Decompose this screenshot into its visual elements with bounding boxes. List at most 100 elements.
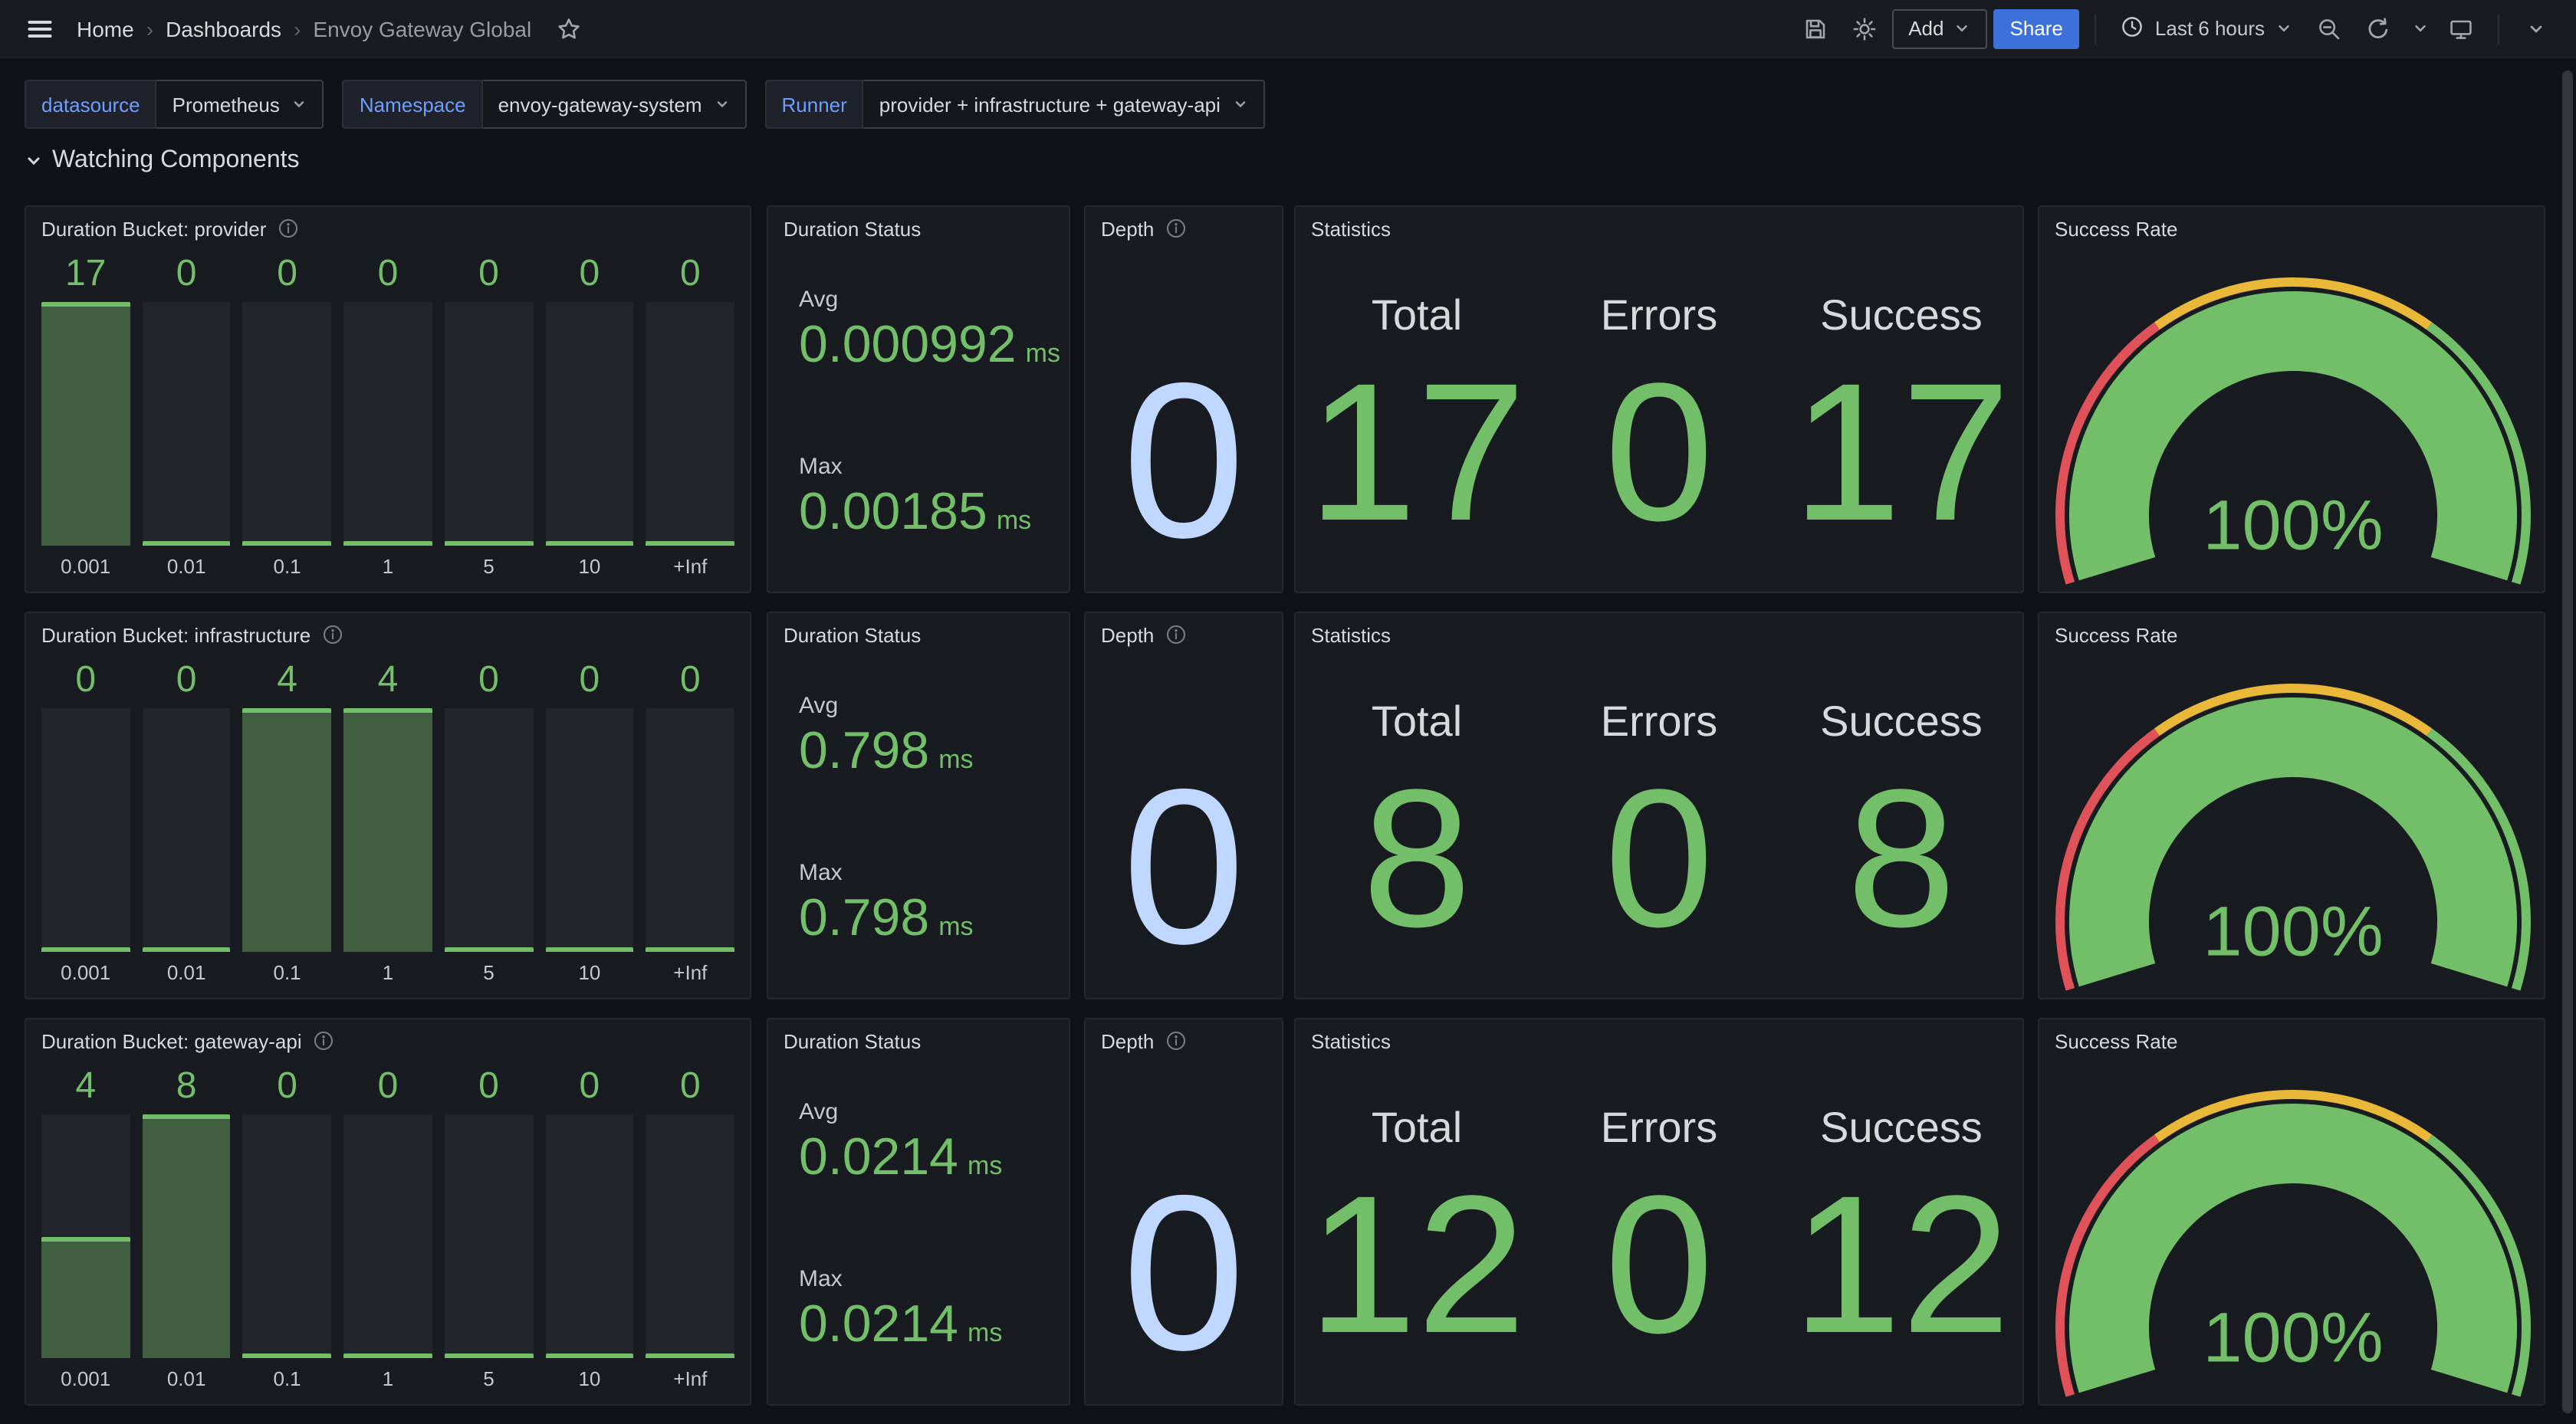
bar-fill [545,541,633,546]
stat-total: Total 12 [1296,1062,1538,1404]
info-icon[interactable] [1165,218,1186,239]
success-rate-panel: Success Rate 100% [2038,205,2545,593]
kiosk-monitor-icon[interactable] [2440,7,2482,50]
avg-label: Avg [799,1099,1056,1125]
bucket-axis-label: 5 [445,555,533,582]
bar-fill [41,1236,130,1358]
info-icon[interactable] [1165,624,1186,645]
bar-value: 0 [243,253,331,296]
bar-track [445,302,533,546]
bar-fill [343,541,432,546]
bar-value: 0 [343,1065,432,1108]
breadcrumb-dashboards[interactable]: Dashboards [166,16,281,41]
panel-header[interactable]: Success Rate [2039,1019,2544,1062]
panel-header[interactable]: Statistics [1296,207,2022,250]
bar-fill [243,708,331,952]
panel-header[interactable]: Duration Status [768,1019,1069,1062]
bar-values: 0044000 [41,659,734,702]
panel-title: Depth [1101,1029,1154,1052]
statistics-panel: Statistics Total 8 Errors 0 Success 8 [1294,612,2024,999]
depth-value: 0 [1086,330,1282,592]
info-icon[interactable] [313,1030,334,1052]
stat-total: Total 8 [1296,656,1538,998]
stat-value: 8 [1847,762,1956,958]
info-icon[interactable] [1165,1030,1186,1052]
breadcrumb-home[interactable]: Home [77,16,134,41]
bucket-axis-label: 0.001 [41,555,130,582]
bar-value: 0 [343,253,432,296]
bar-track [545,708,633,952]
bar-fill [142,541,230,546]
stat-label: Total [1372,1105,1462,1153]
duration-status-body: Avg 0.0214 ms Max 0.0214 ms [799,1062,1056,1389]
avg-unit: ms [968,1151,1002,1182]
panel-header[interactable]: Statistics [1296,1019,2022,1062]
bar-track [646,708,734,952]
stat-success: Success 17 [1780,250,2022,592]
variable-value-dropdown[interactable]: Prometheus [157,80,324,129]
stat-value: 17 [1308,356,1526,552]
variable-value-dropdown[interactable]: envoy-gateway-system [483,80,747,129]
panel-header[interactable]: Duration Bucket: provider [26,207,750,250]
bar-value: 0 [646,253,734,296]
add-button[interactable]: Add [1891,8,1986,48]
share-button[interactable]: Share [1993,8,2080,48]
panel-header[interactable]: Success Rate [2039,207,2544,250]
bar-fill [445,541,533,546]
bar-value: 4 [243,659,331,702]
bar-track [243,708,331,952]
dashboard-row: Duration Bucket: provider 17000000 0.001… [0,205,2576,593]
bar-track [142,1114,230,1358]
time-range-picker[interactable]: Last 6 hours [2112,15,2302,42]
variable-value-dropdown[interactable]: provider + infrastructure + gateway-api [864,80,1265,129]
bucket-axis-label: +Inf [646,1367,734,1395]
panel-header[interactable]: Depth [1086,207,1282,250]
panel-header[interactable]: Duration Bucket: gateway-api [26,1019,750,1062]
stat-errors: Errors 0 [1538,656,1780,998]
bar-fill [142,1114,230,1358]
bucket-axis-label: +Inf [646,961,734,989]
refresh-interval-caret[interactable] [2406,7,2433,50]
stat-value: 12 [1792,1168,2011,1364]
page-scrollbar[interactable] [2562,71,2573,1413]
max-stat: Max 0.00185 ms [799,453,1056,540]
menu-icon[interactable] [18,7,61,50]
bar-value: 0 [142,253,230,296]
panel-header[interactable]: Depth [1086,613,1282,656]
chevron-down-icon [1953,20,1970,37]
chevron-down-icon [292,97,307,112]
panel-header[interactable]: Duration Bucket: infrastructure [26,613,750,656]
bucket-labels: 0.0010.010.11510+Inf [41,961,734,989]
panel-header[interactable]: Duration Status [768,613,1069,656]
zoom-out-icon[interactable] [2308,7,2351,50]
statistics-grid: Total 12 Errors 0 Success 12 [1296,1062,2022,1404]
refresh-icon[interactable] [2357,7,2400,50]
bar-values: 17000000 [41,253,734,296]
dashboard-variables: datasource Prometheus Namespace envoy-ga… [25,80,1265,129]
breadcrumb-separator: › [146,16,153,41]
bar-track [142,708,230,952]
info-icon[interactable] [321,624,343,645]
bar-value: 0 [545,253,633,296]
gear-icon[interactable] [1842,7,1885,50]
panel-header[interactable]: Success Rate [2039,613,2544,656]
variable-label: Namespace [343,80,483,129]
panel-header[interactable]: Depth [1086,1019,1282,1062]
bar-fill [545,1353,633,1358]
collapse-toolbar-chevron[interactable] [2515,7,2558,50]
gauge-value: 100% [2203,486,2383,564]
bar-values: 4800000 [41,1065,734,1108]
panel-header[interactable]: Duration Status [768,207,1069,250]
stat-success: Success 8 [1780,656,2022,998]
depth-value: 0 [1086,1142,1282,1404]
duration-bucket-panel: Duration Bucket: gateway-api 4800000 0.0… [25,1018,751,1406]
star-icon[interactable] [547,7,590,50]
statistics-panel: Statistics Total 12 Errors 0 Success 12 [1294,1018,2024,1406]
info-icon[interactable] [277,218,298,239]
statistics-panel: Statistics Total 17 Errors 0 Success 17 [1294,205,2024,593]
bar-value: 0 [646,1065,734,1108]
panel-header[interactable]: Statistics [1296,613,2022,656]
save-icon[interactable] [1793,7,1836,50]
row-section-toggle[interactable]: Watching Components [25,147,300,175]
bar-gauge-chart: 0044000 0.0010.010.11510+Inf [41,659,734,989]
